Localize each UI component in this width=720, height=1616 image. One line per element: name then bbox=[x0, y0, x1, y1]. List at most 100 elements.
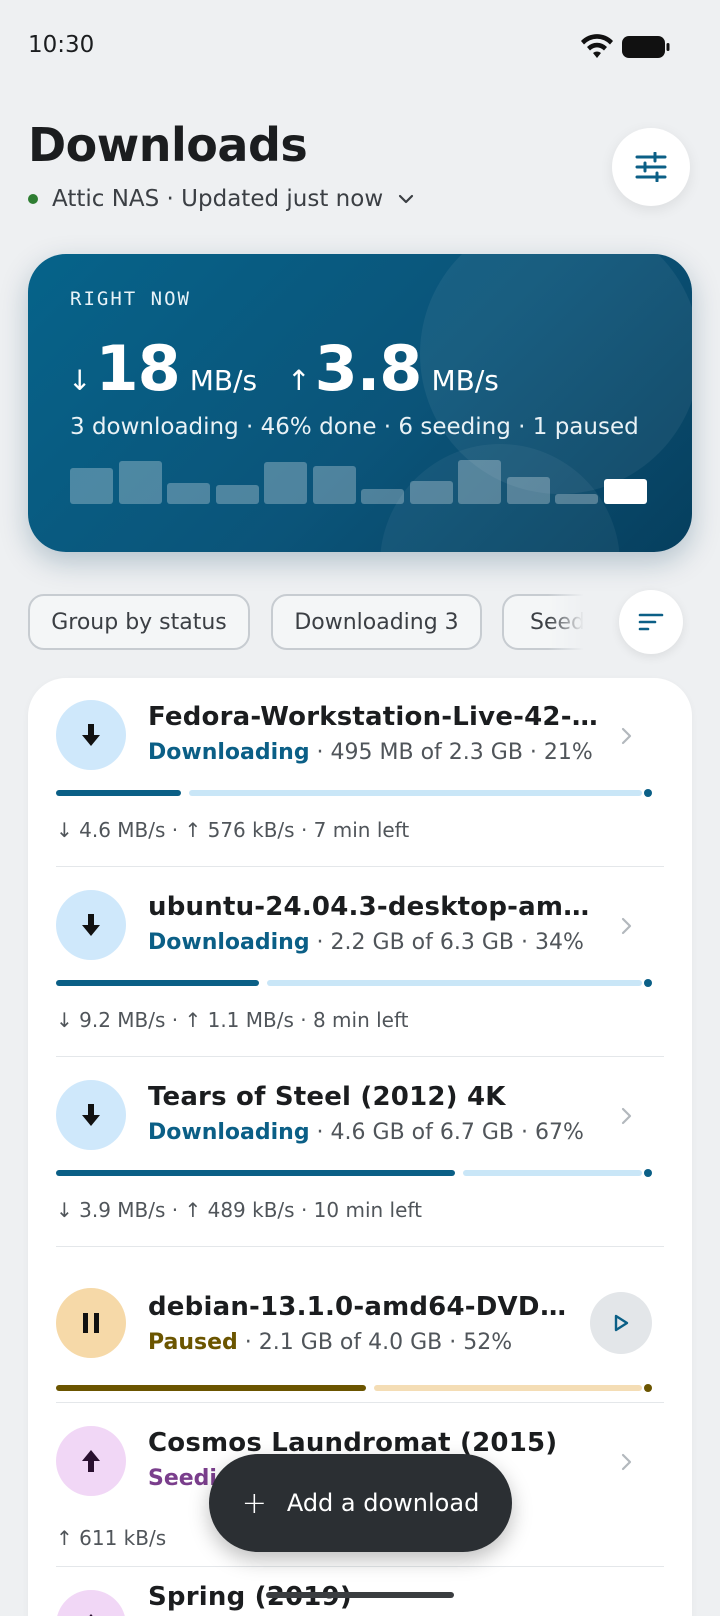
item-speed: ↓ 4.6 MB/s · ↑ 576 kB/s · 7 min left bbox=[56, 818, 410, 842]
speed-history-bar bbox=[264, 462, 307, 504]
item-status: Downloading bbox=[148, 740, 310, 765]
home-indicator bbox=[266, 1592, 454, 1598]
speed-readout: ↓ 18 MB/s ↑ 3.8 MB/s bbox=[68, 332, 529, 405]
speed-history-chart bbox=[70, 454, 650, 504]
speed-history-bar bbox=[555, 494, 598, 504]
pause-icon bbox=[83, 1313, 99, 1333]
server-selector[interactable]: Attic NAS · Updated just now bbox=[28, 186, 415, 212]
progress-fill bbox=[56, 790, 181, 796]
chevron-down-icon bbox=[399, 194, 414, 204]
chevron-right-icon bbox=[621, 1453, 632, 1471]
progress-end-dot bbox=[644, 789, 652, 797]
online-status-dot bbox=[28, 194, 38, 204]
item-speed: ↓ 9.2 MB/s · ↑ 1.1 MB/s · 8 min left bbox=[56, 1008, 409, 1032]
item-name: debian-13.1.0-amd64-DVD-1.i... bbox=[148, 1292, 568, 1322]
plus-icon: + bbox=[241, 1485, 267, 1521]
chip-group-by-status[interactable]: Group by status bbox=[28, 594, 250, 650]
download-status-icon bbox=[56, 700, 126, 770]
progress-bar bbox=[56, 979, 652, 987]
arrow-down-icon bbox=[82, 1104, 100, 1126]
progress-track bbox=[189, 790, 642, 796]
right-now-label: RIGHT NOW bbox=[70, 288, 191, 310]
divider bbox=[56, 1056, 664, 1057]
transfer-summary: 3 downloading · 46% done · 6 seeding · 1… bbox=[70, 414, 639, 440]
upload-speed-unit: MB/s bbox=[431, 364, 499, 397]
speed-history-bar bbox=[167, 483, 210, 504]
item-size: · 2.1 GB of 4.0 GB · 52% bbox=[237, 1330, 513, 1355]
item-status: Paused bbox=[148, 1330, 238, 1355]
filter-chips: Group by status Downloading 3 Seeding bbox=[28, 594, 588, 652]
chevron-right-icon bbox=[621, 1107, 632, 1125]
progress-bar bbox=[56, 1384, 652, 1392]
progress-end-dot bbox=[644, 1169, 652, 1177]
arrow-up-icon bbox=[89, 1614, 93, 1616]
tune-icon bbox=[635, 152, 667, 182]
item-name: Tears of Steel (2012) 4K bbox=[148, 1082, 506, 1112]
item-size: · 2.2 GB of 6.3 GB · 34% bbox=[309, 930, 584, 955]
wifi-icon bbox=[581, 34, 613, 58]
status-bar: 10:30 bbox=[0, 0, 720, 92]
speed-history-bar bbox=[70, 468, 113, 504]
right-now-card: RIGHT NOW ↓ 18 MB/s ↑ 3.8 MB/s 3 downloa… bbox=[28, 254, 692, 552]
item-speed: ↑ 611 kB/s bbox=[56, 1526, 167, 1550]
page-title: Downloads bbox=[28, 118, 308, 172]
chip-downloading[interactable]: Downloading 3 bbox=[271, 594, 482, 650]
download-status-icon bbox=[56, 1080, 126, 1150]
seeding-status-icon bbox=[56, 1426, 126, 1496]
battery-icon bbox=[622, 36, 670, 58]
paused-status-icon bbox=[56, 1288, 126, 1358]
divider bbox=[56, 866, 664, 867]
arrow-down-icon bbox=[82, 914, 100, 936]
item-name: Fedora-Workstation-Live-42-1.1.... bbox=[148, 702, 598, 732]
filter-settings-button[interactable] bbox=[612, 128, 690, 206]
progress-end-dot bbox=[644, 979, 652, 987]
progress-fill bbox=[56, 1170, 455, 1176]
upload-speed-value: 3.8 bbox=[314, 332, 423, 405]
divider bbox=[56, 1402, 664, 1403]
item-speed: ↓ 3.9 MB/s · ↑ 489 kB/s · 10 min left bbox=[56, 1198, 422, 1222]
status-time: 10:30 bbox=[28, 32, 95, 58]
item-meta: Seedi bbox=[148, 1466, 217, 1491]
speed-history-bar-current bbox=[603, 479, 647, 504]
item-meta: Downloading · 4.6 GB of 6.7 GB · 67% bbox=[148, 1120, 584, 1145]
speed-history-bar bbox=[361, 489, 404, 504]
upload-arrow-icon: ↑ bbox=[287, 364, 311, 397]
progress-end-dot bbox=[644, 1384, 652, 1392]
progress-track bbox=[374, 1385, 642, 1391]
progress-bar bbox=[56, 1169, 652, 1177]
divider bbox=[56, 1566, 664, 1567]
add-download-label: Add a download bbox=[286, 1489, 480, 1517]
item-name: ubuntu-24.04.3-desktop-amd6... bbox=[148, 892, 598, 922]
resume-button[interactable] bbox=[590, 1292, 652, 1354]
progress-fill bbox=[56, 1385, 366, 1391]
sort-button[interactable] bbox=[619, 590, 683, 654]
chevron-right-icon bbox=[621, 917, 632, 935]
speed-history-bar bbox=[312, 466, 356, 504]
arrow-down-icon bbox=[82, 724, 100, 746]
item-status: Downloading bbox=[148, 1120, 310, 1145]
chips-fade bbox=[548, 594, 588, 652]
play-icon bbox=[614, 1314, 629, 1332]
speed-history-bar bbox=[409, 481, 453, 504]
item-size: · 4.6 GB of 6.7 GB · 67% bbox=[309, 1120, 584, 1145]
item-meta: Downloading · 2.2 GB of 6.3 GB · 34% bbox=[148, 930, 584, 955]
progress-bar bbox=[56, 789, 652, 797]
item-status: Seedi bbox=[148, 1466, 217, 1491]
speed-history-bar bbox=[215, 485, 259, 504]
item-status: Downloading bbox=[148, 930, 310, 955]
download-speed-value: 18 bbox=[95, 332, 180, 405]
download-speed-unit: MB/s bbox=[189, 364, 258, 397]
arrow-up-icon bbox=[82, 1450, 100, 1472]
download-status-icon bbox=[56, 890, 126, 960]
speed-history-bar bbox=[458, 460, 501, 504]
speed-history-bar bbox=[506, 477, 550, 504]
item-meta: Downloading · 495 MB of 2.3 GB · 21% bbox=[148, 740, 593, 765]
sort-icon bbox=[638, 613, 664, 631]
add-download-button[interactable]: + Add a download bbox=[209, 1454, 512, 1552]
download-arrow-icon: ↓ bbox=[68, 364, 92, 397]
item-size: · 495 MB of 2.3 GB · 21% bbox=[309, 740, 593, 765]
divider bbox=[56, 1246, 664, 1247]
chevron-right-icon bbox=[621, 727, 632, 745]
progress-fill bbox=[56, 980, 259, 986]
seeding-status-icon bbox=[56, 1590, 126, 1616]
